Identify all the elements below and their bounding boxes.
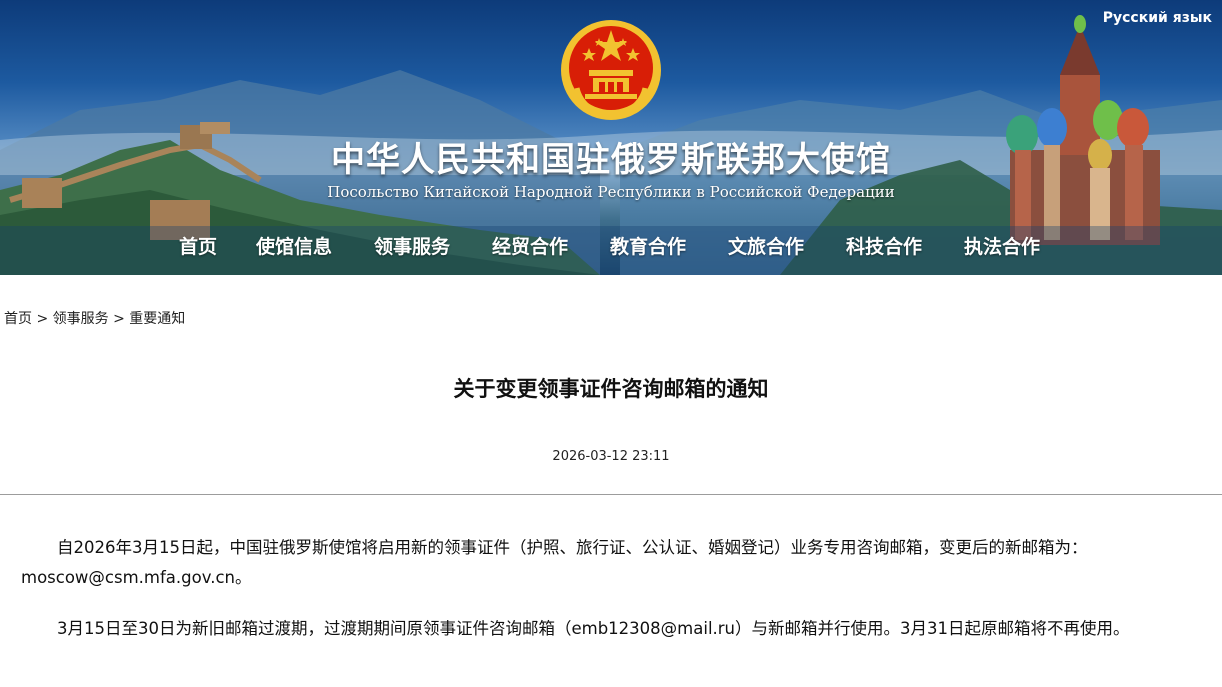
- breadcrumb: 首页 > 领事服务 > 重要通知: [4, 308, 185, 328]
- nav-item-home[interactable]: 首页: [179, 232, 217, 259]
- nav-item-consular-services[interactable]: 领事服务: [374, 232, 450, 259]
- breadcrumb-consular-link[interactable]: 领事服务: [53, 311, 109, 327]
- embassy-title-russian: Посольство Китайской Народной Республики…: [327, 183, 895, 201]
- article-divider: [0, 494, 1222, 495]
- article-title: 关于变更领事证件咨询邮箱的通知: [453, 377, 769, 401]
- breadcrumb-separator: >: [36, 311, 49, 327]
- breadcrumb-notice-link[interactable]: 重要通知: [129, 311, 185, 327]
- main-nav: 首页 使馆信息 领事服务 经贸合作 教育合作 文旅合作 科技合作 执法合作: [0, 232, 1222, 262]
- cathedral-illustration: [1006, 15, 1160, 245]
- breadcrumb-home-link[interactable]: 首页: [4, 311, 32, 327]
- national-emblem-icon: [561, 20, 661, 120]
- article-date: 2026-03-12 23:11: [552, 449, 670, 464]
- nav-item-education-cooperation[interactable]: 教育合作: [610, 232, 686, 259]
- breadcrumb-separator: >: [113, 311, 125, 327]
- nav-item-economic-cooperation[interactable]: 经贸合作: [492, 232, 568, 259]
- nav-item-science-cooperation[interactable]: 科技合作: [846, 232, 922, 259]
- russian-language-link[interactable]: Русский язык: [1103, 10, 1212, 26]
- embassy-title-chinese: 中华人民共和国驻俄罗斯联邦大使馆: [331, 140, 891, 180]
- nav-item-culture-tourism-cooperation[interactable]: 文旅合作: [728, 232, 804, 259]
- article-paragraph: 3月15日至30日为新旧邮箱过渡期，过渡期期间原领事证件咨询邮箱（emb1230…: [57, 619, 1130, 638]
- nav-item-law-enforcement-cooperation[interactable]: 执法合作: [964, 232, 1040, 259]
- article-paragraph: 自2026年3月15日起，中国驻俄罗斯使馆将启用新的领事证件（护照、旅行证、公认…: [21, 538, 1088, 587]
- nav-item-embassy-info[interactable]: 使馆信息: [256, 232, 332, 259]
- header-banner: Русский язык 中华人民共和国驻俄罗斯联邦大使馆 Посольство…: [0, 0, 1222, 275]
